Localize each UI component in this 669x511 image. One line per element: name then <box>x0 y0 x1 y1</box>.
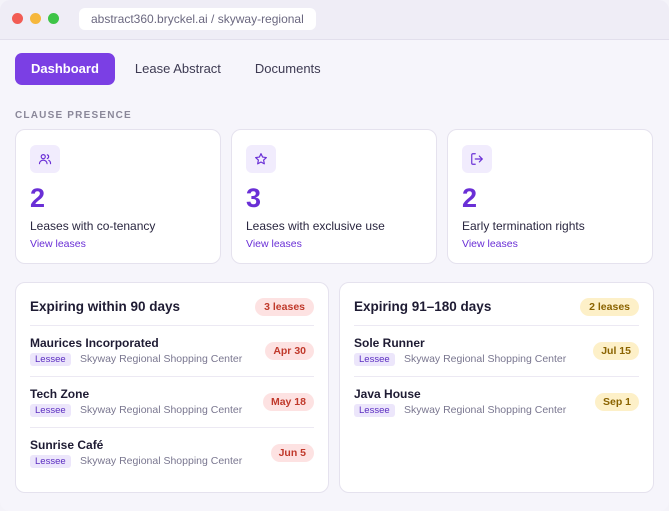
tab-documents[interactable]: Documents <box>239 53 337 85</box>
panel-title: Expiring 91–180 days <box>354 299 492 314</box>
stat-label: Leases with exclusive use <box>246 219 385 233</box>
stat-label: Leases with co-tenancy <box>30 219 156 233</box>
stat-card-early-termination: 2 Early termination rights View leases <box>447 129 653 264</box>
tab-lease-abstract[interactable]: Lease Abstract <box>119 53 237 85</box>
exit-icon <box>462 145 492 173</box>
expiry-date-badge: Apr 30 <box>265 342 314 360</box>
view-leases-link[interactable]: View leases <box>30 238 86 250</box>
maximize-window-button[interactable] <box>48 13 59 24</box>
minimize-window-button[interactable] <box>30 13 41 24</box>
stat-label: Early termination rights <box>462 219 585 233</box>
star-icon <box>246 145 276 173</box>
browser-window: abstract360.bryckel.ai / skyway-regional… <box>0 0 669 511</box>
expiry-date-badge: Sep 1 <box>594 393 639 411</box>
close-window-button[interactable] <box>12 13 23 24</box>
stat-count: 3 <box>246 183 262 213</box>
lease-row[interactable]: Maurices Incorporated Lessee Skyway Regi… <box>30 325 314 376</box>
stat-card-co-tenancy: 2 Leases with co-tenancy View leases <box>15 129 221 264</box>
lease-count-badge: 2 leases <box>580 298 639 316</box>
stat-count: 2 <box>30 183 46 213</box>
lease-row[interactable]: Tech Zone Lessee Skyway Regional Shoppin… <box>30 376 314 427</box>
tenant-name: Sole Runner <box>354 336 425 350</box>
tab-bar: Dashboard Lease Abstract Documents <box>15 53 337 85</box>
expiry-date-badge: Jun 5 <box>270 444 314 462</box>
view-leases-link[interactable]: View leases <box>462 238 518 250</box>
expiring-180-panel: Expiring 91–180 days 2 leases Sole Runne… <box>339 282 654 493</box>
tenant-name: Sunrise Café <box>30 438 104 452</box>
property-name: Skyway Regional Shopping Center <box>80 455 243 467</box>
property-name: Skyway Regional Shopping Center <box>80 353 243 365</box>
lease-count-badge: 3 leases <box>255 298 314 316</box>
tenant-name: Tech Zone <box>30 387 90 401</box>
tenant-name: Maurices Incorporated <box>30 336 159 350</box>
expiring-90-panel: Expiring within 90 days 3 leases Maurice… <box>15 282 329 493</box>
role-tag: Lessee <box>30 404 71 417</box>
lease-row[interactable]: Sunrise Café Lessee Skyway Regional Shop… <box>30 427 314 478</box>
view-leases-link[interactable]: View leases <box>246 238 302 250</box>
property-name: Skyway Regional Shopping Center <box>80 404 243 416</box>
lease-row[interactable]: Java House Lessee Skyway Regional Shoppi… <box>354 376 639 427</box>
expiry-date-badge: May 18 <box>262 393 314 411</box>
users-icon <box>30 145 60 173</box>
stat-card-exclusive-use: 3 Leases with exclusive use View leases <box>231 129 437 264</box>
role-tag: Lessee <box>30 455 71 468</box>
role-tag: Lessee <box>354 404 395 417</box>
role-tag: Lessee <box>30 353 71 366</box>
section-heading: CLAUSE PRESENCE <box>15 110 132 121</box>
property-name: Skyway Regional Shopping Center <box>404 404 567 416</box>
tenant-name: Java House <box>354 387 421 401</box>
property-name: Skyway Regional Shopping Center <box>404 353 567 365</box>
stat-count: 2 <box>462 183 478 213</box>
role-tag: Lessee <box>354 353 395 366</box>
lease-row[interactable]: Sole Runner Lessee Skyway Regional Shopp… <box>354 325 639 376</box>
address-bar[interactable]: abstract360.bryckel.ai / skyway-regional <box>79 8 316 30</box>
expiry-date-badge: Jul 15 <box>593 342 639 360</box>
panel-title: Expiring within 90 days <box>30 299 181 314</box>
tab-dashboard[interactable]: Dashboard <box>15 53 115 85</box>
title-bar: abstract360.bryckel.ai / skyway-regional <box>0 0 669 40</box>
